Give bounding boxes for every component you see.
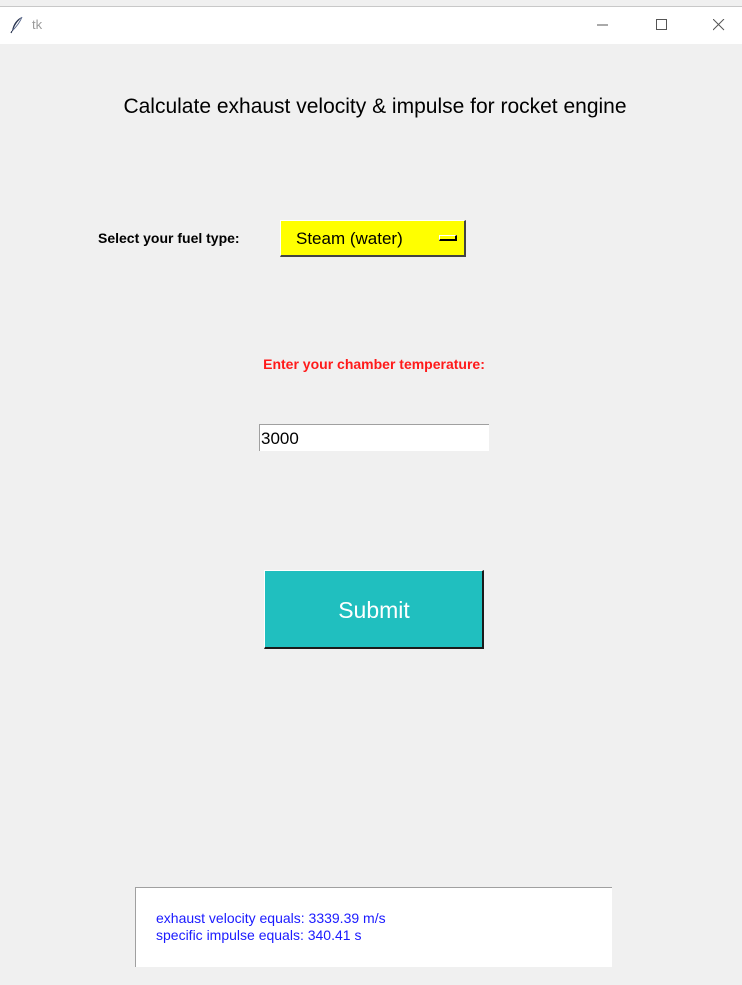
title-bar[interactable]: tk [0, 7, 742, 44]
window-title: tk [32, 17, 43, 32]
submit-button-label: Submit [338, 597, 410, 623]
exhaust-velocity-result: exhaust velocity equals: 3339.39 m/s [156, 910, 386, 926]
chamber-temperature-label: Enter your chamber temperature: [263, 356, 485, 372]
chamber-temperature-input[interactable] [259, 424, 489, 451]
app-window: tk Calculate exhaust velocity & impulse … [0, 0, 742, 985]
results-output-box[interactable]: exhaust velocity equals: 3339.39 m/s spe… [135, 887, 612, 967]
minimize-button[interactable] [580, 7, 626, 44]
fuel-type-dropdown[interactable]: Steam (water) [280, 220, 466, 257]
fuel-type-label: Select your fuel type: [98, 230, 240, 246]
maximize-button[interactable] [639, 7, 685, 44]
fuel-type-selected-value: Steam (water) [296, 229, 403, 248]
window-top-edge [0, 0, 742, 7]
feather-icon [10, 16, 24, 34]
dropdown-indicator-icon [439, 235, 457, 241]
specific-impulse-result: specific impulse equals: 340.41 s [156, 927, 362, 943]
submit-button[interactable]: Submit [264, 570, 484, 649]
page-title: Calculate exhaust velocity & impulse for… [123, 95, 627, 118]
close-button[interactable] [696, 7, 742, 44]
